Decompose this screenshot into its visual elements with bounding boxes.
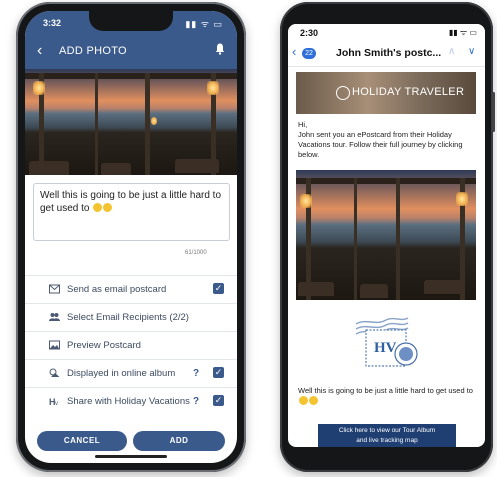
postcard-icon — [49, 284, 60, 294]
unread-badge[interactable]: 22 — [302, 48, 316, 59]
image-icon — [49, 340, 60, 350]
status-bar: 2:30 ▮▮ ᯤ ▭ — [288, 24, 485, 40]
cta-line-1: Click here to view our Tour Album — [338, 427, 436, 434]
mail-subject: John Smith's postc... — [336, 47, 442, 59]
stamp-text: HV — [374, 340, 397, 356]
option-display-online-album[interactable]: Displayed in online album ? ✓ — [25, 359, 237, 388]
smile-emoji-icon — [309, 396, 318, 405]
phone-notch — [89, 11, 173, 31]
back-button[interactable]: ‹ — [37, 42, 42, 60]
cta-line-2: and live tracking map — [356, 437, 418, 444]
message-text: Well this is going to be just a little h… — [40, 190, 222, 214]
option-label: Preview Postcard — [67, 340, 141, 351]
option-select-recipients[interactable]: Select Email Recipients (2/2) — [25, 303, 237, 332]
right-phone: 2:30 ▮▮ ᯤ ▭ ‹ 22 John Smith's postc... ∧… — [280, 2, 495, 472]
grin-emoji-icon — [299, 396, 308, 405]
help-icon[interactable]: ? — [193, 396, 199, 407]
left-phone: 3:32 ▮▮ ᯤ ▭ ‹ ADD PHOTO Well this is goi… — [16, 2, 246, 472]
right-phone-screen: 2:30 ▮▮ ᯤ ▭ ‹ 22 John Smith's postc... ∧… — [288, 24, 485, 447]
chevron-down-icon[interactable]: ∨ — [468, 46, 475, 57]
help-icon[interactable]: ? — [193, 368, 199, 379]
view-tour-album-button[interactable]: Click here to view our Tour Album and li… — [318, 424, 456, 447]
option-share-holiday-vacations[interactable]: Hv Share with Holiday Vacations ? ✓ — [25, 387, 237, 416]
banner-title: HOLIDAY TRAVELER — [352, 86, 465, 98]
share-logo-icon: Hv — [49, 397, 58, 406]
mail-intro: John sent you an ePostcard from their Ho… — [298, 130, 463, 159]
option-preview-postcard[interactable]: Preview Postcard — [25, 331, 237, 360]
back-chevron-icon[interactable]: ‹ — [292, 44, 296, 59]
option-send-email-postcard[interactable]: Send as email postcard ✓ — [25, 275, 237, 304]
left-phone-screen: 3:32 ▮▮ ᯤ ▭ ‹ ADD PHOTO Well this is goi… — [25, 11, 237, 463]
status-icons: ▮▮ ᯤ ▭ — [185, 19, 223, 29]
postcard-photo — [296, 170, 476, 300]
uploaded-photo — [25, 69, 237, 175]
option-label: Displayed in online album — [67, 368, 176, 379]
postcard-caption: Well this is going to be just a little h… — [298, 386, 474, 407]
app-header: ‹ ADD PHOTO — [25, 35, 237, 69]
char-counter: 61/1000 — [185, 250, 207, 256]
power-button — [492, 92, 495, 132]
smile-emoji-icon — [103, 203, 113, 212]
option-label: Share with Holiday Vacations — [67, 396, 190, 407]
grin-emoji-icon — [93, 203, 103, 212]
add-button[interactable]: ADD — [133, 431, 225, 451]
people-icon — [49, 313, 60, 321]
page-title: ADD PHOTO — [59, 45, 127, 57]
option-label: Send as email postcard — [67, 284, 167, 295]
mail-greeting: Hi, — [298, 120, 308, 129]
bell-icon[interactable] — [215, 43, 225, 55]
album-icon — [49, 368, 60, 377]
chevron-up-icon[interactable]: ∧ — [448, 46, 455, 57]
svg-text:v: v — [55, 401, 58, 406]
status-icons: ▮▮ ᯤ ▭ — [448, 28, 477, 37]
compass-logo-icon — [336, 86, 350, 100]
message-textarea[interactable]: Well this is going to be just a little h… — [33, 183, 230, 241]
online-album-checkbox[interactable]: ✓ — [213, 367, 224, 378]
mail-header: ‹ 22 John Smith's postc... ∧ ∨ — [288, 40, 485, 67]
holiday-traveler-banner: HOLIDAY TRAVELER — [296, 72, 476, 114]
home-indicator — [95, 455, 167, 458]
cancel-button[interactable]: CANCEL — [37, 431, 127, 451]
share-checkbox[interactable]: ✓ — [213, 395, 224, 406]
send-email-checkbox[interactable]: ✓ — [213, 283, 224, 294]
option-label: Select Email Recipients (2/2) — [67, 312, 189, 323]
status-time: 3:32 — [43, 18, 62, 28]
status-time: 2:30 — [300, 28, 319, 38]
